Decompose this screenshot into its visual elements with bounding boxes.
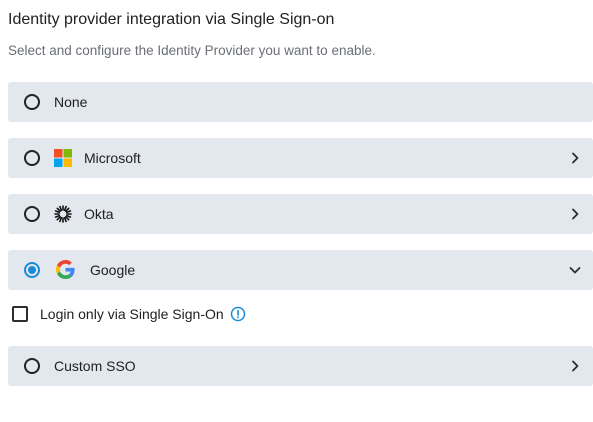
okta-logo-icon [54,205,72,223]
page-subtitle: Select and configure the Identity Provid… [8,43,376,58]
radio-google[interactable] [24,262,40,278]
chevron-down-icon[interactable] [567,262,583,278]
chevron-right-icon[interactable] [567,358,583,374]
radio-none[interactable] [24,94,40,110]
radio-okta[interactable] [24,206,40,222]
provider-label-microsoft: Microsoft [84,150,141,166]
provider-option-microsoft[interactable]: Microsoft [8,138,593,178]
provider-label-okta: Okta [84,206,114,222]
radio-custom-sso[interactable] [24,358,40,374]
provider-option-custom-sso[interactable]: Custom SSO [8,346,593,386]
provider-label-google: Google [90,262,136,278]
provider-label-custom-sso: Custom SSO [54,358,136,374]
page-title: Identity provider integration via Single… [8,11,335,28]
google-logo-icon [56,260,75,279]
login-only-sso-row: Login only via Single Sign-On [12,305,312,323]
microsoft-logo-icon [54,149,72,167]
login-only-sso-checkbox[interactable] [12,306,28,322]
login-only-sso-label: Login only via Single Sign-On [40,306,224,322]
provider-option-okta[interactable]: Okta [8,194,593,234]
provider-option-google[interactable]: Google [8,250,593,290]
sso-settings-panel: Identity provider integration via Single… [0,0,593,422]
provider-option-none[interactable]: None [8,82,593,122]
chevron-right-icon[interactable] [567,206,583,222]
provider-label-none: None [54,94,88,110]
chevron-right-icon[interactable] [567,150,583,166]
radio-microsoft[interactable] [24,150,40,166]
info-icon[interactable] [230,306,246,322]
